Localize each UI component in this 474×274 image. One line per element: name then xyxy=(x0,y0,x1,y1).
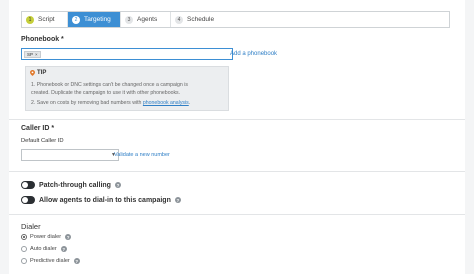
question-circle-icon[interactable]: ? xyxy=(73,258,80,264)
phonebook-input[interactable]: SP × xyxy=(21,48,233,60)
radio-label: Power dialer xyxy=(30,234,62,240)
radio-auto-dialer[interactable]: Auto dialer ? xyxy=(21,246,67,252)
tab-script[interactable]: 1 Script xyxy=(22,12,68,27)
chip-label: SP xyxy=(27,52,34,57)
tip-box: TIP 1. Phonebook or DNC settings can't b… xyxy=(25,66,229,111)
tip-line-3-suffix: . xyxy=(188,100,191,106)
question-circle-icon[interactable]: ? xyxy=(174,197,181,203)
radio-label: Auto dialer xyxy=(30,246,57,252)
tip-title: TIP xyxy=(30,70,46,76)
tip-line-2: created. Duplicate the campaign to use i… xyxy=(31,90,181,96)
tip-line-3-prefix: 2. Save on costs by removing bad numbers… xyxy=(31,100,143,106)
add-phonebook-link[interactable]: Add a phonebook xyxy=(230,51,277,57)
radio-predictive-dialer[interactable]: Predictive dialer ? xyxy=(21,258,80,264)
divider xyxy=(9,119,465,120)
tab-label: Targeting xyxy=(84,16,111,23)
toggle-knob xyxy=(22,197,28,203)
patch-through-label: Patch-through calling ? xyxy=(39,181,121,189)
radio-button[interactable] xyxy=(21,258,27,264)
question-circle-icon[interactable]: ? xyxy=(60,246,67,252)
divider xyxy=(9,171,465,172)
targeting-panel: 1 Script 2 Targeting 3 Agents 4 Schedule… xyxy=(9,0,465,274)
radio-button[interactable] xyxy=(21,246,27,252)
phonebook-analysis-link[interactable]: phonebook analysis xyxy=(143,100,189,106)
close-icon[interactable]: × xyxy=(35,52,38,57)
tab-targeting[interactable]: 2 Targeting xyxy=(68,12,121,27)
divider xyxy=(9,214,465,215)
allow-agents-toggle[interactable] xyxy=(21,196,35,204)
radio-power-dialer[interactable]: Power dialer ? xyxy=(21,234,72,240)
tab-schedule[interactable]: 4 Schedule xyxy=(171,12,449,27)
phonebook-label: Phonebook * xyxy=(21,36,64,43)
toggle-knob xyxy=(22,182,28,188)
tab-agents[interactable]: 3 Agents xyxy=(121,12,171,27)
tip-line-3: 2. Save on costs by removing bad numbers… xyxy=(31,100,190,106)
dialer-label: Dialer xyxy=(21,222,41,231)
tip-title-text: TIP xyxy=(37,70,47,76)
caller-id-label: Caller ID * xyxy=(21,125,55,132)
wizard-tabs: 1 Script 2 Targeting 3 Agents 4 Schedule xyxy=(21,11,450,28)
tab-label: Schedule xyxy=(187,16,215,23)
validate-number-link[interactable]: Validate a new number xyxy=(114,152,170,158)
pin-icon xyxy=(30,70,35,76)
step-number-icon: 2 xyxy=(72,15,80,24)
question-circle-icon[interactable]: ? xyxy=(114,182,121,188)
question-circle-icon[interactable]: ? xyxy=(65,234,72,240)
default-caller-id-label: Default Caller ID xyxy=(21,138,64,144)
step-number-icon: 4 xyxy=(175,15,183,24)
caller-id-select[interactable]: ▼ xyxy=(21,149,119,161)
step-number-icon: 1 xyxy=(26,15,34,24)
tab-label: Script xyxy=(38,16,55,23)
tip-line-1: 1. Phonebook or DNC settings can't be ch… xyxy=(31,82,189,88)
radio-label: Predictive dialer xyxy=(30,258,70,264)
patch-through-text: Patch-through calling xyxy=(39,181,111,189)
step-number-icon: 3 xyxy=(125,15,133,24)
radio-button[interactable] xyxy=(21,234,27,240)
phonebook-chip: SP × xyxy=(24,51,41,58)
allow-agents-label: Allow agents to dial-in to this campaign… xyxy=(39,196,181,204)
allow-agents-text: Allow agents to dial-in to this campaign xyxy=(39,196,171,204)
patch-through-toggle[interactable] xyxy=(21,181,35,189)
tab-label: Agents xyxy=(137,16,158,23)
